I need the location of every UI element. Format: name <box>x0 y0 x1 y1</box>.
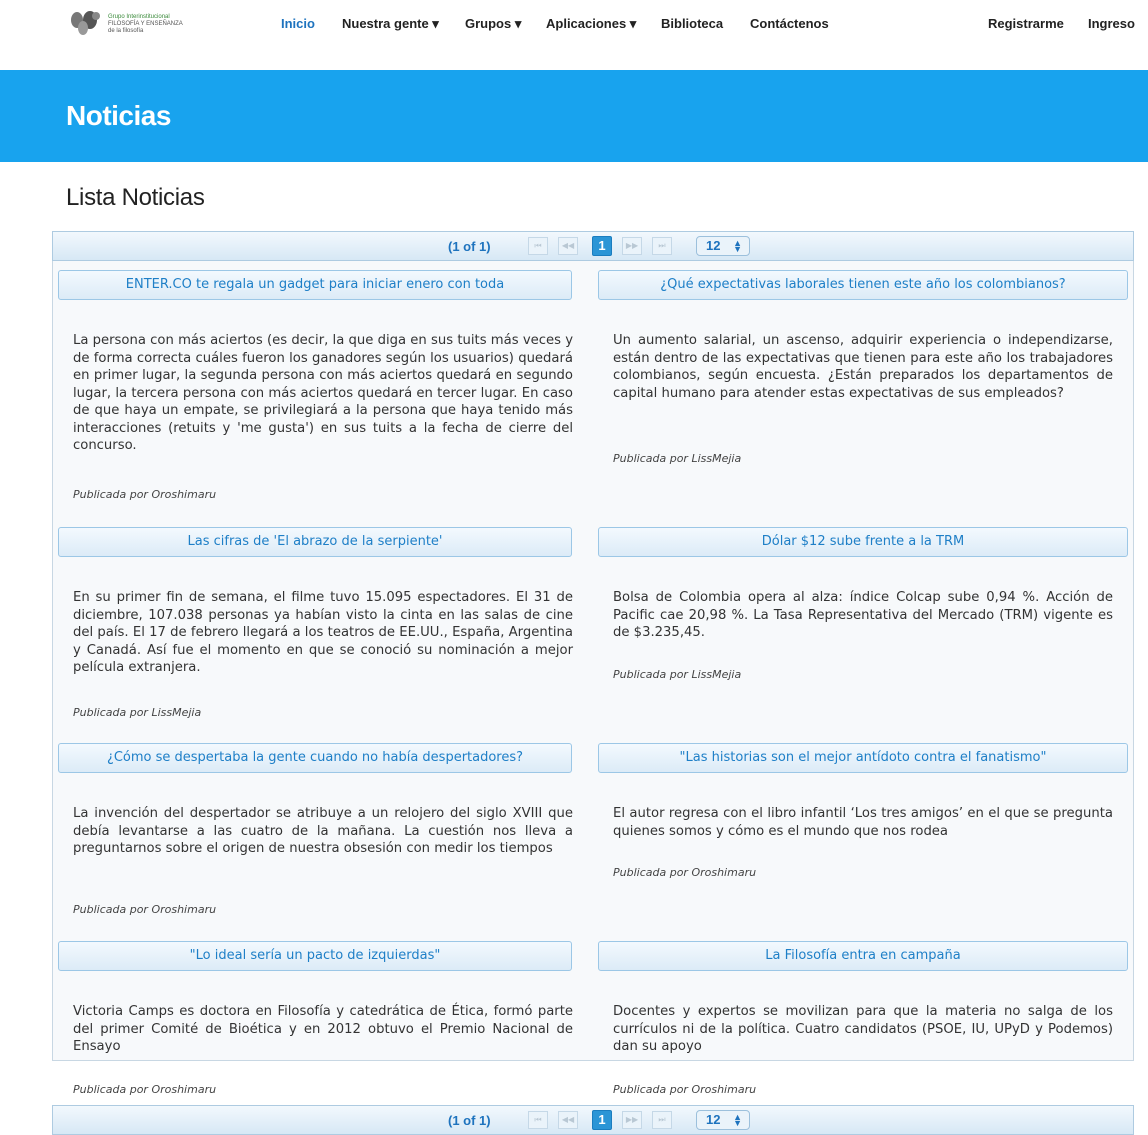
news-author-6: Publicada por Oroshimaru <box>613 866 757 879</box>
news-author-8: Publicada por Oroshimaru <box>613 1083 757 1096</box>
page-report-bottom: (1 of 1) <box>448 1113 491 1128</box>
news-title-8[interactable]: La Filosofía entra en campaña <box>598 941 1128 971</box>
news-body-1: La persona con más aciertos (es decir, l… <box>73 333 573 453</box>
logo-emblem-icon <box>71 11 100 35</box>
next-page-button[interactable]: ▶▶ <box>622 237 642 255</box>
nav-inicio[interactable]: Inicio <box>281 16 315 31</box>
news-author-4: Publicada por LissMejia <box>613 668 742 681</box>
select-arrows-icon-bottom: ▲ ▼ <box>733 1112 742 1128</box>
top-navbar: Grupo Interinstitucional FILOSOFÍA Y ENS… <box>0 0 1148 50</box>
logo-line-2: FILOSOFÍA Y ENSEÑANZA <box>108 21 183 27</box>
news-title-3[interactable]: Las cifras de 'El abrazo de la serpiente… <box>58 527 572 557</box>
first-page-button[interactable]: ⏮ <box>528 237 548 255</box>
paginator-bottom: (1 of 1) ⏮ ◀◀ 1 ▶▶ ⏭ 12 ▲ ▼ <box>52 1105 1134 1135</box>
rows-per-page-select[interactable]: 12 ▲ ▼ <box>696 236 750 256</box>
page-1-button-bottom[interactable]: 1 <box>592 1110 612 1130</box>
news-body-8: Docentes y expertos se movilizan para qu… <box>613 1004 1113 1054</box>
logo-text: Grupo Interinstitucional FILOSOFÍA Y ENS… <box>108 14 183 35</box>
logo-line-3: de la filosofía <box>108 28 144 34</box>
news-body-2: Un aumento salarial, un ascenso, adquiri… <box>613 333 1113 401</box>
last-page-button-bottom[interactable]: ⏭ <box>652 1111 672 1129</box>
nav-contactenos[interactable]: Contáctenos <box>750 16 829 31</box>
news-author-2: Publicada por LissMejia <box>613 452 742 465</box>
first-page-button-bottom[interactable]: ⏮ <box>528 1111 548 1129</box>
rows-per-page-value-bottom: 12 <box>706 1112 721 1127</box>
news-author-3: Publicada por LissMejia <box>73 706 202 719</box>
register-link[interactable]: Registrarme <box>988 16 1064 31</box>
select-arrows-icon: ▲ ▼ <box>733 238 742 254</box>
news-title-7[interactable]: "Lo ideal sería un pacto de izquierdas" <box>58 941 572 971</box>
site-logo[interactable]: Grupo Interinstitucional FILOSOFÍA Y ENS… <box>68 8 228 38</box>
news-body-6: El autor regresa con el libro infantil ‘… <box>613 806 1113 839</box>
next-page-button-bottom[interactable]: ▶▶ <box>622 1111 642 1129</box>
news-body-5: La invención del despertador se atribuye… <box>73 806 573 856</box>
prev-page-button[interactable]: ◀◀ <box>558 237 578 255</box>
nav-aplicaciones[interactable]: Aplicaciones ▾ <box>546 16 636 32</box>
news-title-4[interactable]: Dólar $12 sube frente a la TRM <box>598 527 1128 557</box>
news-title-2[interactable]: ¿Qué expectativas laborales tienen este … <box>598 270 1128 300</box>
news-body-7: Victoria Camps es doctora en Filosofía y… <box>73 1004 573 1054</box>
rows-per-page-value: 12 <box>706 238 721 253</box>
news-title-6[interactable]: "Las historias son el mejor antídoto con… <box>598 743 1128 773</box>
prev-page-button-bottom[interactable]: ◀◀ <box>558 1111 578 1129</box>
news-body-3: En su primer fin de semana, el filme tuv… <box>73 590 573 675</box>
section-title: Lista Noticias <box>66 184 205 211</box>
news-title-5[interactable]: ¿Cómo se despertaba la gente cuando no h… <box>58 743 572 773</box>
page-banner: Noticias <box>0 70 1148 162</box>
paginator-top: (1 of 1) ⏮ ◀◀ 1 ▶▶ ⏭ 12 ▲ ▼ <box>52 231 1134 261</box>
news-author-1: Publicada por Oroshimaru <box>73 488 217 501</box>
news-author-7: Publicada por Oroshimaru <box>73 1083 217 1096</box>
news-body-4: Bolsa de Colombia opera al alza: índice … <box>613 590 1113 640</box>
page-report: (1 of 1) <box>448 239 491 254</box>
rows-per-page-select-bottom[interactable]: 12 ▲ ▼ <box>696 1110 750 1130</box>
page-title: Noticias <box>66 100 171 131</box>
nav-grupos[interactable]: Grupos ▾ <box>465 16 521 32</box>
news-author-5: Publicada por Oroshimaru <box>73 903 217 916</box>
logo-line-1: Grupo Interinstitucional <box>108 14 170 20</box>
login-link[interactable]: Ingreso <box>1088 16 1135 31</box>
nav-nuestra-gente[interactable]: Nuestra gente ▾ <box>342 16 439 32</box>
last-page-button[interactable]: ⏭ <box>652 237 672 255</box>
nav-biblioteca[interactable]: Biblioteca <box>661 16 723 31</box>
page-1-button[interactable]: 1 <box>592 236 612 256</box>
news-title-1[interactable]: ENTER.CO te regala un gadget para inicia… <box>58 270 572 300</box>
